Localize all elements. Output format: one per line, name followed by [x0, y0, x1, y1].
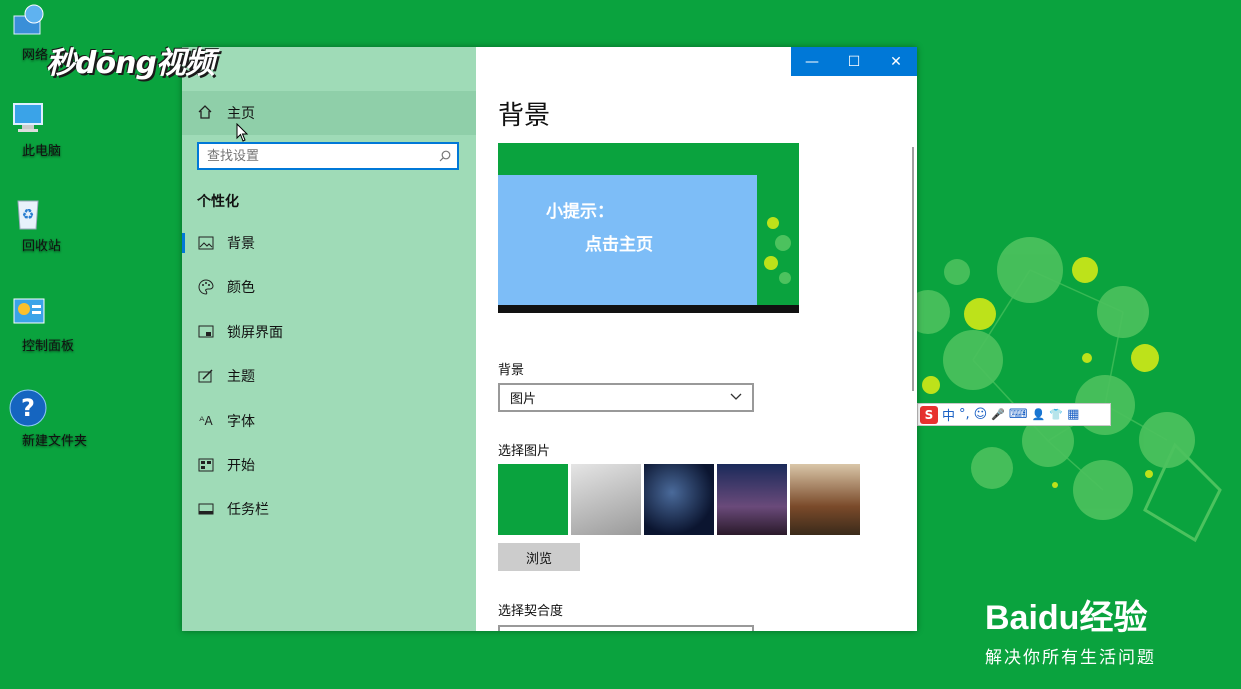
baidu-watermark: Baidu经验 解决你所有生活问题: [985, 590, 1156, 668]
mouse-cursor-icon: [236, 123, 249, 142]
sidebar-item-themes[interactable]: 主题: [182, 356, 476, 396]
sidebar-item-label: 主页: [227, 106, 255, 122]
sidebar-item-colors[interactable]: 颜色: [182, 267, 476, 307]
decorative-bulb-illustration: [906, 237, 1222, 543]
ime-mode-button[interactable]: 中: [942, 405, 955, 424]
search-icon[interactable]: [433, 150, 457, 162]
recycle-bin-icon: ♻: [8, 193, 48, 233]
section-title: 个性化: [197, 194, 239, 210]
sidebar-item-lock-screen[interactable]: 锁屏界面: [182, 312, 476, 352]
desktop-icon-recycle-bin[interactable]: ♻ 回收站: [0, 193, 61, 254]
desktop-icon-label: 回收站: [22, 239, 62, 254]
desktop-icon-control-panel[interactable]: 控制面板: [0, 293, 74, 354]
sidebar-item-label: 字体: [227, 414, 255, 430]
chevron-down-icon: [730, 390, 742, 405]
computer-icon: [8, 98, 48, 138]
ime-punctuation-button[interactable]: °,: [959, 407, 970, 422]
desktop-icon-label: 网络: [22, 48, 49, 63]
background-label: 背景: [498, 363, 525, 378]
maximize-button[interactable]: ☐: [833, 47, 875, 76]
tip-overlay: 小提示： 点击主页: [498, 175, 757, 305]
sidebar-item-taskbar[interactable]: 任务栏: [182, 489, 476, 529]
picture-thumbnails: [498, 464, 860, 535]
fit-dropdown[interactable]: [498, 625, 754, 631]
choose-picture-label: 选择图片: [498, 444, 551, 459]
svg-text:?: ?: [21, 394, 35, 422]
ime-keyboard-button[interactable]: ⌨: [1009, 407, 1028, 422]
settings-search[interactable]: [197, 142, 459, 170]
network-icon: [8, 2, 48, 42]
thumbnail-green[interactable]: [498, 464, 568, 535]
scrollbar[interactable]: [912, 147, 914, 391]
dropdown-value: 图片: [510, 392, 537, 407]
thumbnail-town[interactable]: [790, 464, 860, 535]
minimize-button[interactable]: —: [791, 47, 833, 76]
sidebar-item-label: 开始: [227, 458, 255, 474]
sidebar-item-home[interactable]: 主页: [182, 91, 476, 135]
close-button[interactable]: ✕: [875, 47, 917, 76]
background-preview: 小提示： 点击主页: [498, 143, 799, 313]
page-title: 背景: [498, 101, 551, 131]
ime-voice-button[interactable]: 🎤: [991, 408, 1005, 421]
fit-label: 选择契合度: [498, 604, 564, 619]
svg-text:♻: ♻: [22, 207, 35, 223]
theme-brush-icon: [197, 367, 215, 385]
help-icon: ?: [8, 388, 48, 428]
tip-line-1: 小提示：: [546, 202, 614, 222]
video-watermark: 秒dōng视频: [46, 46, 215, 81]
sidebar-item-start[interactable]: 开始: [182, 445, 476, 485]
baidu-brand: Baidu经验: [985, 599, 1148, 637]
thumbnail-galaxy[interactable]: [644, 464, 714, 535]
desktop-icon-label: 此电脑: [22, 144, 62, 159]
desktop-icon-label: 控制面板: [22, 339, 75, 354]
font-icon: ᴬA: [199, 414, 213, 428]
settings-content: — ☐ ✕ 背景 小提示： 点击主页 背景 图片 选择图片 浏览 选择契合度: [476, 47, 917, 631]
desktop-icon-computer[interactable]: 此电脑: [0, 98, 61, 159]
settings-sidebar: 主页 个性化 背景 颜色 锁屏界面 主题 ᴬA 字体: [182, 47, 476, 631]
tip-line-2: 点击主页: [585, 235, 653, 255]
preview-taskbar: [498, 305, 799, 313]
thumbnail-anime-couple[interactable]: [717, 464, 787, 535]
settings-window: 主页 个性化 背景 颜色 锁屏界面 主题 ᴬA 字体: [182, 47, 917, 631]
ime-toolbar[interactable]: S 中 °, ☺ 🎤 ⌨ 👤 👕 ▦: [917, 403, 1111, 426]
desktop-icon-new-folder[interactable]: ? 新建文件夹: [0, 388, 87, 449]
ime-skin-button[interactable]: 👕: [1049, 408, 1063, 421]
lock-screen-icon: [197, 323, 215, 341]
sidebar-item-label: 主题: [227, 369, 255, 385]
desktop-icon-label: 新建文件夹: [22, 434, 88, 449]
sidebar-item-label: 任务栏: [227, 502, 269, 518]
home-icon: [197, 104, 215, 122]
preview-decoration: [764, 217, 791, 284]
taskbar-icon: [197, 500, 215, 518]
window-controls: — ☐ ✕: [791, 47, 917, 76]
thumbnail-room[interactable]: [571, 464, 641, 535]
sidebar-item-background[interactable]: 背景: [182, 223, 476, 263]
sidebar-item-fonts[interactable]: ᴬA 字体: [182, 401, 476, 441]
baidu-slogan: 解决你所有生活问题: [985, 648, 1156, 668]
ime-user-button[interactable]: 👤: [1032, 408, 1046, 421]
sogou-logo-icon[interactable]: S: [920, 405, 938, 424]
picture-icon: [197, 234, 215, 252]
sidebar-item-label: 颜色: [227, 280, 255, 296]
palette-icon: [197, 278, 215, 296]
search-input[interactable]: [199, 147, 433, 165]
ime-toolbox-button[interactable]: ▦: [1067, 407, 1079, 422]
control-panel-icon: [8, 293, 48, 333]
browse-button[interactable]: 浏览: [498, 543, 580, 571]
ime-emoji-button[interactable]: ☺: [974, 407, 988, 422]
sidebar-item-label: 锁屏界面: [227, 325, 283, 341]
background-type-dropdown[interactable]: 图片: [498, 383, 754, 412]
start-icon: [197, 456, 215, 474]
sidebar-item-label: 背景: [227, 236, 255, 252]
